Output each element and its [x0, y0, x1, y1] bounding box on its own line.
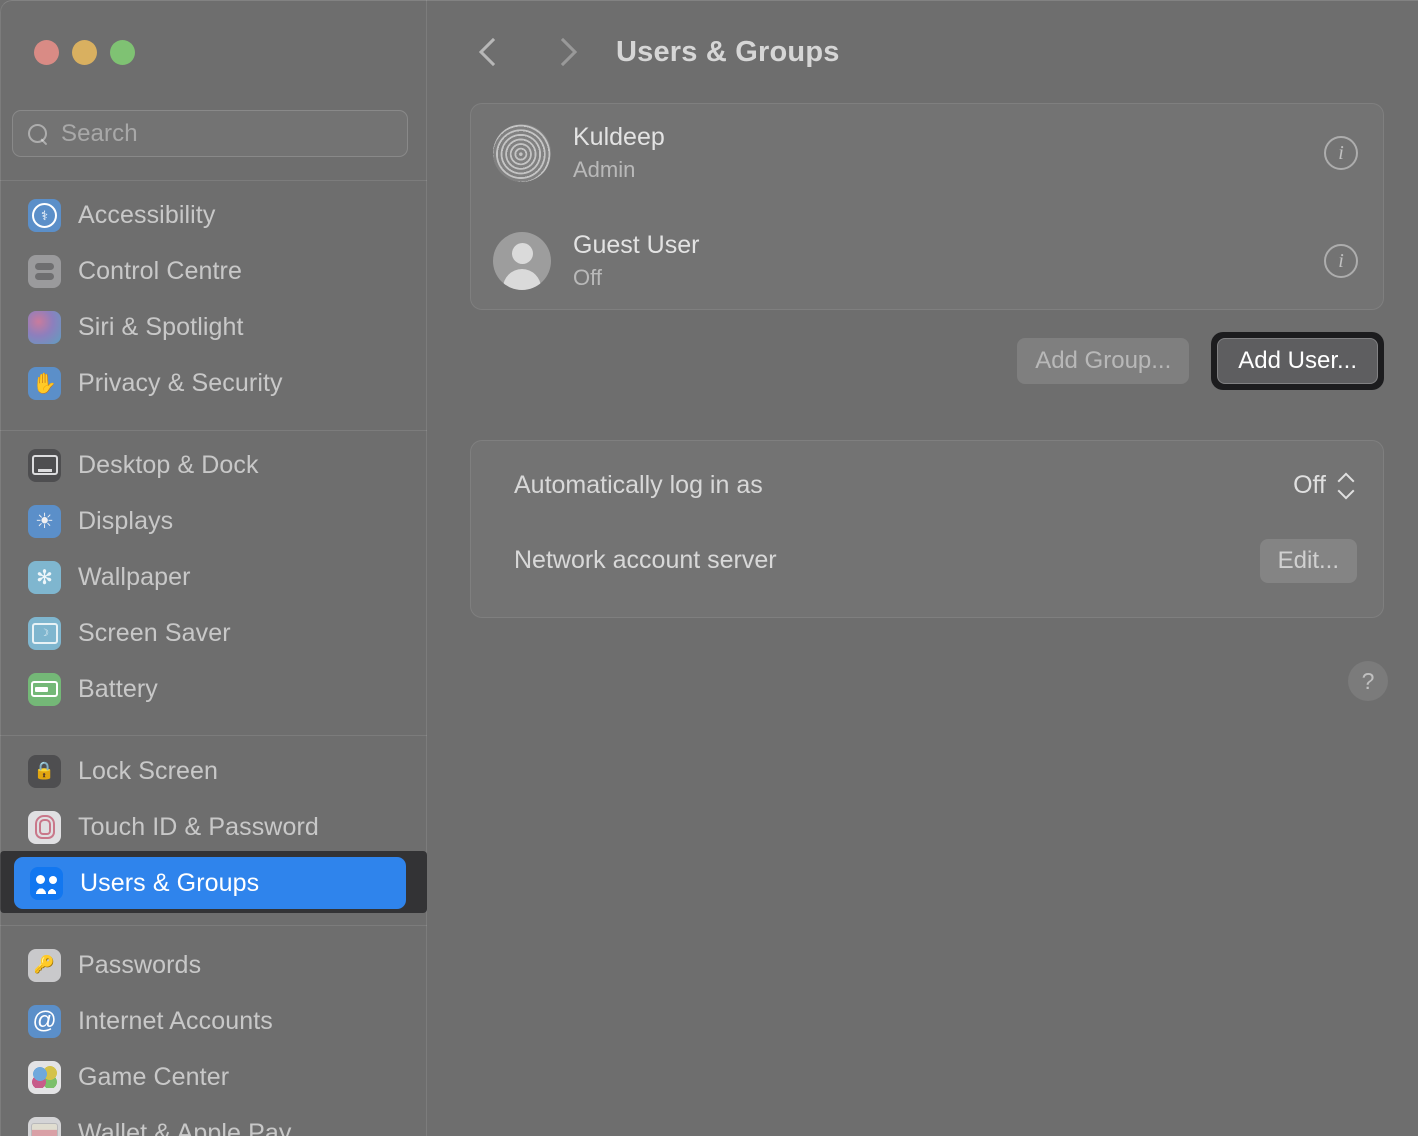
sidebar-item-label: Lock Screen — [78, 756, 219, 785]
sidebar-item-label: Game Center — [78, 1062, 230, 1091]
sidebar-item-users-groups[interactable]: Users & Groups — [14, 857, 406, 909]
fingerprint-avatar — [493, 124, 551, 182]
login-options-card: Automatically log in as Off Network acco… — [470, 440, 1384, 618]
network-edit-wrap: Edit... — [1259, 538, 1357, 583]
users-groups-icon — [30, 866, 63, 900]
sidebar: Search Accessibility Control Centre Siri… — [0, 0, 427, 1136]
auto-login-popup[interactable]: Off — [1293, 469, 1357, 503]
sidebar-item-wallet-apple-pay[interactable]: Wallet & Apple Pay — [12, 1108, 408, 1136]
sidebar-item-label: Wallet & Apple Pay — [78, 1118, 292, 1136]
sidebar-item-label: Accessibility — [78, 200, 216, 229]
sidebar-divider — [0, 430, 427, 431]
sidebar-item-touch-id[interactable]: Touch ID & Password — [12, 802, 408, 852]
add-group-button[interactable]: Add Group... — [1017, 338, 1190, 384]
desktop-dock-icon — [28, 448, 61, 482]
user-name: Kuldeep — [573, 123, 665, 151]
screen-saver-icon — [28, 616, 61, 650]
chevron-updown-icon[interactable] — [1335, 469, 1357, 503]
sidebar-item-screen-saver[interactable]: Screen Saver — [12, 608, 408, 658]
content-pane: Users & Groups Kuldeep Admin i Guest Use… — [427, 0, 1418, 1136]
info-circle-icon[interactable]: i — [1324, 136, 1358, 170]
add-user-focus-ring: Add User... — [1211, 332, 1384, 390]
close-button[interactable] — [34, 40, 59, 65]
sidebar-item-privacy-security[interactable]: Privacy & Security — [12, 358, 408, 408]
sidebar-item-siri-spotlight[interactable]: Siri & Spotlight — [12, 302, 408, 352]
sidebar-item-label: Users & Groups — [80, 868, 260, 897]
displays-sun-icon — [28, 504, 61, 538]
accessibility-icon — [28, 198, 61, 232]
user-name: Guest User — [573, 231, 700, 259]
person-avatar — [493, 232, 551, 290]
zoom-button[interactable] — [110, 40, 135, 65]
user-role: Admin — [573, 157, 636, 182]
search-icon — [27, 123, 49, 145]
chevron-right-icon[interactable] — [540, 29, 586, 75]
sidebar-item-control-centre[interactable]: Control Centre — [12, 246, 408, 296]
user-role: Off — [573, 265, 602, 290]
sidebar-item-displays[interactable]: Displays — [12, 496, 408, 546]
sidebar-item-label: Siri & Spotlight — [78, 312, 244, 341]
sidebar-item-label: Displays — [78, 506, 174, 535]
siri-icon — [28, 310, 61, 344]
edit-button[interactable]: Edit... — [1259, 538, 1357, 583]
sidebar-item-wallpaper[interactable]: Wallpaper — [12, 552, 408, 602]
auto-login-label: Automatically log in as — [514, 471, 763, 499]
battery-icon — [28, 672, 61, 706]
network-account-server-row: Network account server Edit... — [471, 516, 1385, 605]
sidebar-item-passwords[interactable]: Passwords — [12, 940, 408, 990]
sidebar-divider — [0, 925, 427, 926]
user-row-guest[interactable]: Guest User Off i — [471, 212, 1385, 310]
sidebar-item-battery[interactable]: Battery — [12, 664, 408, 714]
sidebar-item-label: Battery — [78, 674, 158, 703]
traffic-lights — [34, 40, 135, 65]
search-input[interactable]: Search — [12, 110, 408, 157]
toolbar: Users & Groups — [427, 0, 1418, 104]
chevron-left-icon[interactable] — [467, 29, 513, 75]
sidebar-item-label: Touch ID & Password — [78, 812, 319, 841]
wallet-card-icon — [28, 1116, 61, 1136]
privacy-hand-icon — [28, 366, 61, 400]
sidebar-item-label: Desktop & Dock — [78, 450, 259, 479]
game-center-bubbles-icon — [28, 1060, 61, 1094]
control-centre-icon — [28, 254, 61, 288]
help-question-icon[interactable]: ? — [1348, 661, 1388, 701]
sidebar-divider — [0, 735, 427, 736]
sidebar-item-label: Control Centre — [78, 256, 242, 285]
search-placeholder: Search — [61, 119, 138, 147]
sidebar-item-label: Passwords — [78, 950, 202, 979]
sidebar-item-label: Screen Saver — [78, 618, 231, 647]
sidebar-item-accessibility[interactable]: Accessibility — [12, 190, 408, 240]
sidebar-item-label: Internet Accounts — [78, 1006, 273, 1035]
add-user-button[interactable]: Add User... — [1217, 338, 1378, 384]
sidebar-item-game-center[interactable]: Game Center — [12, 1052, 408, 1102]
user-action-buttons: Add Group... Add User... — [470, 332, 1384, 390]
minimize-button[interactable] — [72, 40, 97, 65]
sidebar-item-internet-accounts[interactable]: Internet Accounts — [12, 996, 408, 1046]
sidebar-item-lock-screen[interactable]: Lock Screen — [12, 746, 408, 796]
info-circle-icon[interactable]: i — [1324, 244, 1358, 278]
sidebar-divider — [0, 180, 427, 181]
page-title: Users & Groups — [616, 35, 840, 68]
lock-icon — [28, 754, 61, 788]
sidebar-item-label: Privacy & Security — [78, 368, 283, 397]
at-sign-icon — [28, 1004, 61, 1038]
network-account-server-label: Network account server — [514, 546, 777, 574]
system-settings-window: Search Accessibility Control Centre Siri… — [0, 0, 1418, 1136]
touch-id-fingerprint-icon — [28, 810, 61, 844]
users-card: Kuldeep Admin i Guest User Off i — [470, 103, 1384, 310]
auto-login-value: Off — [1293, 471, 1326, 499]
sidebar-item-label: Wallpaper — [78, 562, 191, 591]
user-row-kuldeep[interactable]: Kuldeep Admin i — [471, 104, 1385, 202]
key-icon — [28, 948, 61, 982]
wallpaper-flower-icon — [28, 560, 61, 594]
sidebar-item-desktop-dock[interactable]: Desktop & Dock — [12, 440, 408, 490]
